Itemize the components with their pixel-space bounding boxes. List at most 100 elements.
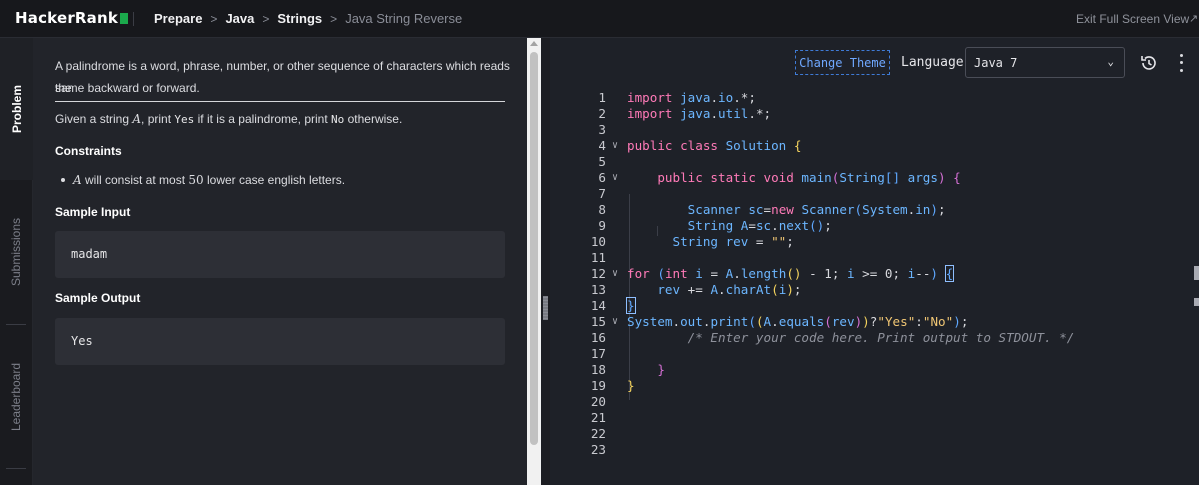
inline-code-no: No (331, 113, 345, 126)
given-text: , print (141, 112, 175, 126)
breadcrumb-java[interactable]: Java (225, 11, 254, 26)
tab-problem[interactable]: Problem (0, 38, 33, 180)
line-number: 18 (590, 362, 606, 377)
code-line: 8 Scanner sc=new Scanner(System.in); (550, 202, 1199, 218)
more-options-icon[interactable] (1175, 52, 1187, 74)
sample-input-heading: Sample Input (55, 205, 131, 219)
hackerrank-logo[interactable]: HackerRank (15, 9, 129, 27)
breadcrumb-current: Java String Reverse (345, 11, 463, 26)
tab-problem-label: Problem (9, 84, 24, 134)
change-theme-button[interactable]: Change Theme (795, 50, 890, 75)
tab-leaderboard-label: Leaderboard (9, 362, 24, 432)
code-line: 21 (550, 410, 1199, 426)
math-variable: A (132, 112, 142, 126)
code-area[interactable]: 1 import java.io.*; 2 import java.util.*; … (550, 90, 1199, 485)
line-number: 20 (590, 394, 606, 409)
logo-text: HackerRank (15, 9, 119, 27)
drag-handle-icon[interactable] (543, 296, 548, 320)
language-select[interactable]: Java 7 ⌄ (965, 47, 1125, 78)
intro-text-line-2: same backward or forward. (55, 81, 200, 95)
line-number: 7 (598, 186, 606, 201)
line-number: 11 (590, 250, 606, 265)
line-number: 14 (590, 298, 606, 313)
sample-output-heading: Sample Output (55, 291, 141, 305)
bullet-icon (61, 177, 65, 182)
fold-chevron-icon[interactable]: ∨ (612, 170, 618, 186)
section-divider (55, 101, 505, 102)
code-line: 17 (550, 346, 1199, 362)
line-number: 23 (590, 442, 606, 457)
given-text: if it is a palindrome, print (194, 112, 332, 126)
language-label: Language (901, 55, 964, 70)
code-line: 1 import java.io.*; (550, 90, 1199, 106)
line-number: 12 (590, 266, 606, 281)
line-number: 3 (598, 122, 606, 137)
scroll-up-arrow-icon[interactable] (530, 41, 538, 46)
line-number: 10 (590, 234, 606, 249)
line-number: 9 (598, 218, 606, 233)
vertical-tab-bar: Problem Submissions Leaderboard (0, 38, 33, 485)
code-line: 16 /* Enter your code here. Print output… (550, 330, 1199, 346)
nav-divider (133, 12, 134, 26)
code-line: 14} (550, 297, 1199, 314)
chevron-right-icon: > (262, 11, 270, 26)
code-line: 15 ∨ System.out.print((A.equals(rev))?"Yes… (550, 314, 1199, 330)
constraint-text: will consist at most (81, 173, 189, 187)
code-line: 20 (550, 394, 1199, 410)
top-navigation-bar: HackerRank Prepare > Java > Strings > Ja… (0, 0, 1199, 38)
line-number: 1 (598, 90, 606, 105)
code-line: 12 ∨ for (int i = A.length() - 1; i >= 0; … (550, 265, 1199, 282)
given-text: otherwise. (344, 112, 403, 126)
line-number: 4 (598, 138, 606, 153)
line-number: 15 (590, 314, 606, 329)
line-number: 19 (590, 378, 606, 393)
tab-submissions[interactable]: Submissions (0, 180, 33, 324)
line-number: 5 (598, 154, 606, 169)
tab-leaderboard[interactable]: Leaderboard (0, 325, 33, 469)
chevron-right-icon: > (210, 11, 218, 26)
code-line: 3 (550, 122, 1199, 138)
given-text: Given a string (55, 112, 133, 126)
tab-divider (6, 468, 26, 469)
line-number: 22 (590, 426, 606, 441)
math-number: 50 (188, 173, 204, 187)
sample-input-value: madam (71, 247, 108, 261)
line-number: 2 (598, 106, 606, 121)
fold-chevron-icon[interactable]: ∨ (612, 314, 618, 330)
code-line: 22 (550, 426, 1199, 442)
fold-chevron-icon[interactable]: ∨ (612, 138, 618, 154)
code-line: 7 (550, 186, 1199, 202)
code-line: 19} (550, 378, 1199, 394)
overview-ruler-mark (1194, 266, 1199, 280)
constraint-item: A will consist at most 50 lower case eng… (55, 169, 345, 191)
fold-chevron-icon[interactable]: ∨ (612, 266, 618, 282)
breadcrumb: Prepare > Java > Strings > Java String R… (154, 11, 462, 26)
collapse-icon[interactable]: ↗ (1189, 12, 1199, 26)
code-line: 13 rev += A.charAt(i); (550, 282, 1199, 298)
breadcrumb-strings[interactable]: Strings (277, 11, 322, 26)
chevron-down-icon: ⌄ (1107, 55, 1114, 68)
history-icon[interactable] (1138, 52, 1160, 74)
code-line: 11 (550, 250, 1199, 266)
scrollbar-thumb[interactable] (530, 52, 538, 445)
tab-submissions-label: Submissions (9, 217, 24, 287)
language-value: Java 7 (974, 55, 1018, 70)
given-statement: Given a string A, print Yes if it is a p… (55, 108, 402, 131)
chevron-right-icon: > (330, 11, 338, 26)
code-editor-panel: Change Theme Language Java 7 ⌄ 1 import j… (550, 38, 1199, 485)
code-line: 18 } (550, 362, 1199, 378)
line-number: 16 (590, 330, 606, 345)
exit-fullscreen-link[interactable]: Exit Full Screen View (1076, 12, 1189, 26)
code-line: 23 (550, 442, 1199, 458)
line-number: 8 (598, 202, 606, 217)
sample-output-value: Yes (71, 334, 93, 348)
line-number: 17 (590, 346, 606, 361)
problem-statement-panel: A palindrome is a word, phrase, number, … (33, 38, 527, 485)
panel-splitter[interactable] (541, 38, 550, 485)
code-line: 4 ∨ public class Solution { (550, 138, 1199, 154)
line-number: 13 (590, 282, 606, 297)
constraint-text: lower case english letters. (203, 173, 346, 187)
code-line: 5 (550, 154, 1199, 170)
breadcrumb-prepare[interactable]: Prepare (154, 11, 202, 26)
line-number: 6 (598, 170, 606, 185)
